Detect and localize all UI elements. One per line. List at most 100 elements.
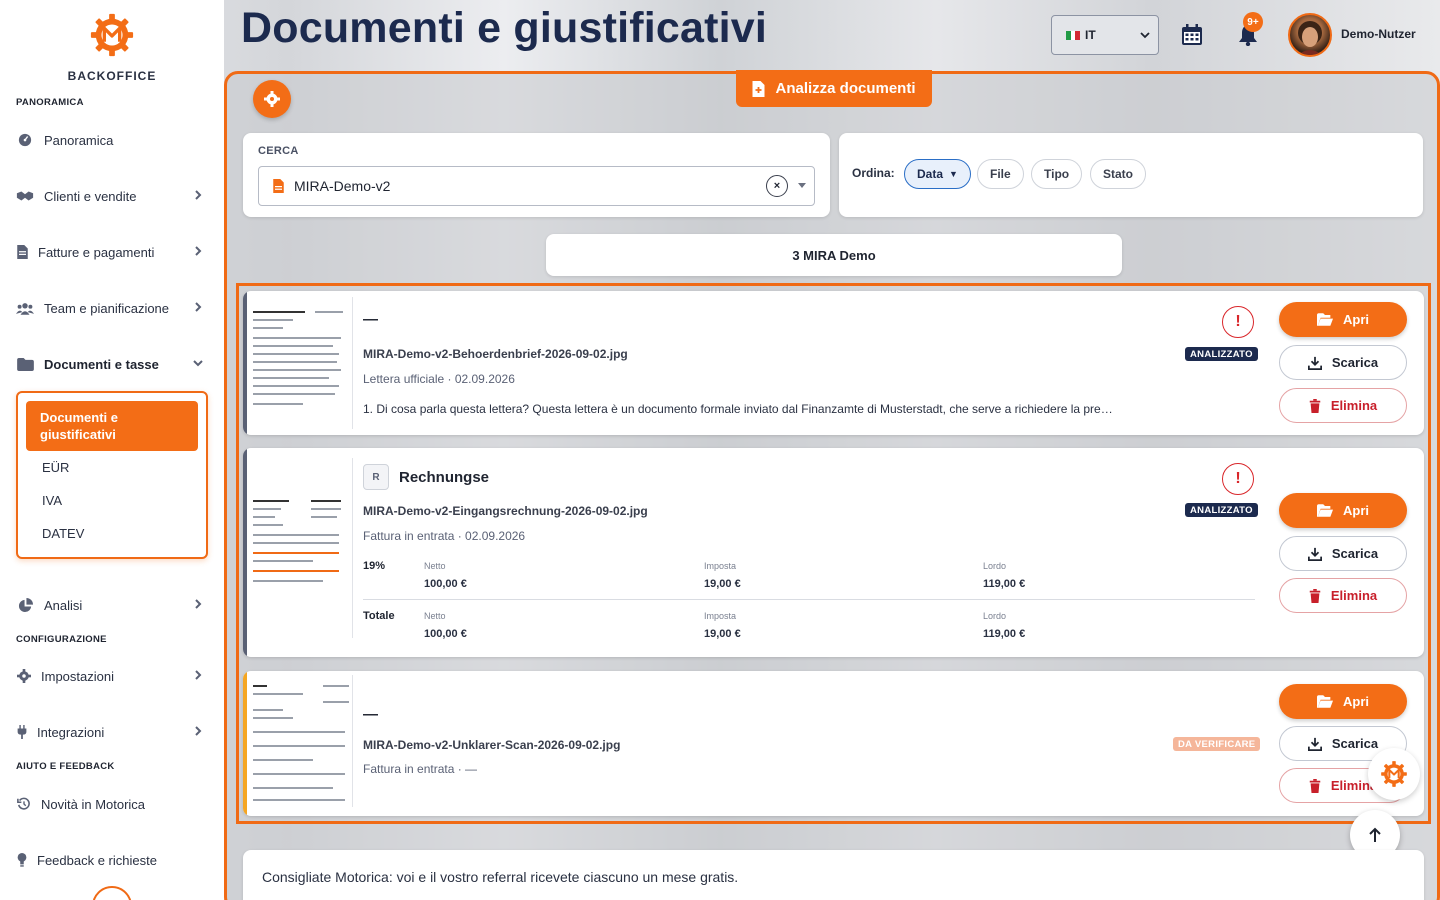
submenu-item-datev[interactable]: DATEV <box>42 526 84 541</box>
tax-col-label: Netto <box>424 561 446 571</box>
sort-chip-data[interactable]: Data ▼ <box>904 159 971 189</box>
trash-icon <box>1309 398 1321 413</box>
tax-total-label: Totale <box>363 610 395 622</box>
section-label-overview: PANORAMICA <box>16 97 84 108</box>
delete-label: Elimina <box>1330 398 1378 413</box>
section-label-help: AIUTO E FEEDBACK <box>16 761 115 772</box>
document-thumbnail[interactable] <box>249 675 353 807</box>
sidebar-item-label: Fatture e pagamenti <box>38 244 155 260</box>
dashboard-icon <box>16 132 34 148</box>
status-badge: ANALIZZATO <box>1185 503 1258 517</box>
analyze-documents-button[interactable]: Analizza documenti <box>736 70 932 107</box>
download-button[interactable]: Scarica <box>1279 536 1407 571</box>
sidebar-item-label: Integrazioni <box>37 724 105 740</box>
user-name[interactable]: Demo-Nutzer <box>1341 27 1416 41</box>
status-badge: DA VERIFICARE <box>1173 737 1261 751</box>
document-card[interactable]: — MIRA-Demo-v2-Behoerdenbrief-2026-09-02… <box>243 291 1424 435</box>
sidebar-collapse-button[interactable] <box>92 886 132 900</box>
sidebar-item-label: Feedback e richieste <box>37 852 157 868</box>
tax-gross-total: 119,00 € <box>983 628 1026 640</box>
document-description: 1. Di cosa parla questa lettera? Questa … <box>363 402 1113 416</box>
document-meta: Lettera ufficiale · 02.09.2026 <box>363 372 515 386</box>
sidebar-item-label: Panoramica <box>44 132 114 148</box>
tax-col-label: Imposta <box>704 611 737 621</box>
motorica-logo-icon <box>1381 761 1407 787</box>
folder-open-icon <box>1317 695 1333 708</box>
submenu-item-eur[interactable]: EÜR <box>42 460 69 475</box>
tax-col-label: Lordo <box>983 611 1007 621</box>
document-meta: Fattura in entrata · 02.09.2026 <box>363 529 526 543</box>
calendar-icon[interactable] <box>1181 24 1203 46</box>
pie-chart-icon <box>16 597 34 613</box>
sidebar-item-fatture[interactable]: Fatture e pagamenti <box>16 239 210 265</box>
sidebar-item-analisi[interactable]: Analisi <box>16 592 210 618</box>
sidebar-item-label: Team e pianificazione <box>44 300 170 316</box>
referral-banner: Consigliate Motorica: voi e il vostro re… <box>243 850 1424 900</box>
sort-chip-file[interactable]: File <box>977 159 1024 189</box>
open-label: Apri <box>1343 503 1369 518</box>
delete-button[interactable]: Elimina <box>1279 388 1407 423</box>
document-card[interactable]: — MIRA-Demo-v2-Unklarer-Scan-2026-09-02.… <box>243 671 1424 816</box>
download-label: Scarica <box>1331 736 1379 751</box>
brand-logo[interactable]: BACKOFFICE <box>0 12 224 83</box>
sidebar-item-impostazioni[interactable]: Impostazioni <box>16 663 210 689</box>
sidebar-item-label: Novità in Motorica <box>41 796 146 812</box>
document-card[interactable]: R Rechnungse MIRA-Demo-v2-Eingangsrechnu… <box>243 448 1424 657</box>
document-filename[interactable]: MIRA-Demo-v2-Eingangsrechnung-2026-09-02… <box>363 504 648 518</box>
history-icon <box>16 796 31 812</box>
submenu-item-documenti-giustificativi[interactable]: Documenti e giustificativi <box>26 401 198 451</box>
notification-badge: 9+ <box>1243 12 1263 32</box>
language-value: IT <box>1085 28 1096 42</box>
settings-button[interactable] <box>253 80 291 118</box>
search-label: CERCA <box>258 145 299 157</box>
open-button[interactable]: Apri <box>1279 493 1407 528</box>
open-button[interactable]: Apri <box>1279 684 1407 719</box>
sidebar-item-documenti[interactable]: Documenti e tasse <box>16 351 210 377</box>
sidebar-item-label: Documenti e tasse <box>44 356 159 372</box>
chevron-down-icon <box>1140 32 1150 39</box>
tax-col-label: Netto <box>424 611 446 621</box>
trash-icon <box>1309 778 1321 793</box>
motorica-logo-icon <box>90 13 134 57</box>
arrow-up-icon <box>1369 827 1381 842</box>
sidebar-item-panoramica[interactable]: Panoramica <box>16 127 210 153</box>
warning-icon[interactable]: ! <box>1222 306 1254 338</box>
sidebar-item-clienti[interactable]: Clienti e vendite <box>16 183 210 209</box>
tax-net-total: 100,00 € <box>424 628 467 640</box>
search-card: CERCA MIRA-Demo-v2 × <box>243 133 830 217</box>
sort-chip-tipo[interactable]: Tipo <box>1031 159 1083 189</box>
sidebar-item-novita[interactable]: Novità in Motorica <box>16 791 210 817</box>
document-meta: Fattura in entrata · — <box>363 762 478 776</box>
document-thumbnail[interactable] <box>249 297 353 429</box>
document-filename[interactable]: MIRA-Demo-v2-Unklarer-Scan-2026-09-02.jp… <box>363 738 620 752</box>
open-button[interactable]: Apri <box>1279 302 1407 337</box>
assistant-button[interactable] <box>1368 748 1420 800</box>
sidebar-item-team[interactable]: Team e pianificazione <box>16 295 210 321</box>
search-input[interactable]: MIRA-Demo-v2 × <box>258 166 815 206</box>
delete-button[interactable]: Elimina <box>1279 578 1407 613</box>
clear-search-button[interactable]: × <box>766 175 788 197</box>
warning-icon[interactable]: ! <box>1222 463 1254 495</box>
download-button[interactable]: Scarica <box>1279 345 1407 380</box>
sidebar-item-label: Analisi <box>44 597 83 613</box>
submenu-item-iva[interactable]: IVA <box>42 493 62 508</box>
folder-open-icon <box>1317 313 1333 326</box>
file-plus-icon <box>752 80 765 97</box>
status-stripe <box>243 291 247 435</box>
status-stripe <box>243 671 247 816</box>
tax-vat-value: 19,00 € <box>704 578 741 590</box>
tax-col-label: Imposta <box>704 561 737 571</box>
sidebar-item-integrazioni[interactable]: Integrazioni <box>16 719 210 745</box>
trash-icon <box>1309 588 1321 603</box>
language-select[interactable]: IT <box>1051 15 1159 55</box>
dropdown-arrow-icon[interactable] <box>798 183 806 188</box>
document-thumbnail[interactable] <box>249 458 353 638</box>
sort-chip-stato[interactable]: Stato <box>1090 159 1146 189</box>
status-badge: ANALIZZATO <box>1185 347 1258 361</box>
document-filename[interactable]: MIRA-Demo-v2-Behoerdenbrief-2026-09-02.j… <box>363 347 628 361</box>
user-portrait-icon <box>1298 21 1322 55</box>
search-value: MIRA-Demo-v2 <box>294 178 391 194</box>
lightbulb-icon <box>16 852 27 868</box>
avatar[interactable] <box>1288 13 1332 57</box>
sidebar-item-feedback[interactable]: Feedback e richieste <box>16 847 210 873</box>
